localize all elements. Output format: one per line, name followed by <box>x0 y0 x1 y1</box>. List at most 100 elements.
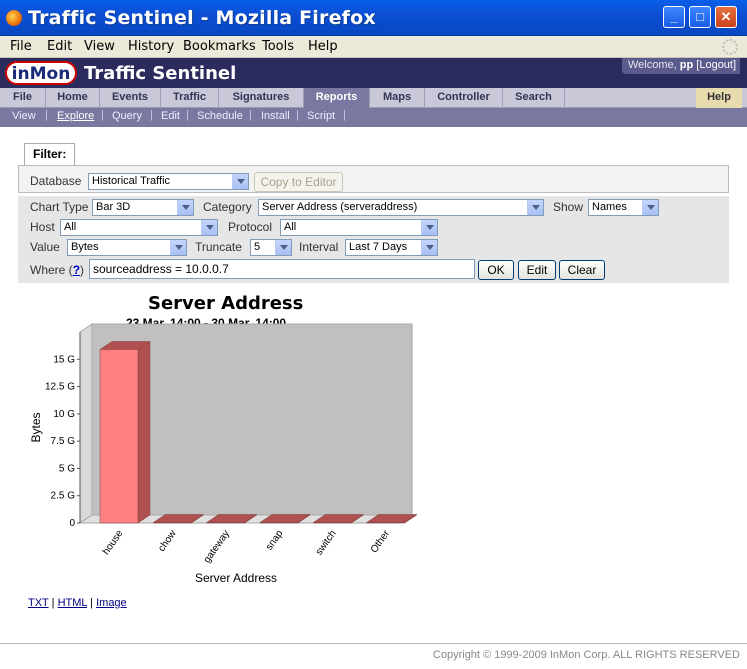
copyright-text: Copyright © 1999-2009 InMon Corp. ALL RI… <box>432 649 740 661</box>
protocol-label: Protocol <box>228 220 273 234</box>
bar <box>206 522 245 524</box>
value-label: Value <box>30 240 60 254</box>
help-button[interactable]: Help <box>696 88 742 108</box>
tab-controller[interactable]: Controller <box>425 88 503 108</box>
subnav-schedule[interactable]: Schedule <box>197 110 243 122</box>
host-label: Host <box>30 220 55 234</box>
y-tick-label: 10 G <box>53 409 75 420</box>
tab-traffic[interactable]: Traffic <box>161 88 219 108</box>
database-select[interactable]: Historical Traffic <box>88 173 249 190</box>
subnav-explore[interactable]: Explore <box>57 110 94 122</box>
category-select[interactable]: Server Address (serveraddress) <box>258 199 544 216</box>
x-tick-label: chow <box>156 528 179 554</box>
menu-tools[interactable]: Tools <box>262 39 294 54</box>
show-select[interactable]: Names <box>588 199 659 216</box>
copy-to-editor-button[interactable]: Copy to Editor <box>254 172 343 192</box>
app-header: inMon Traffic Sentinel Welcome, pp [Logo… <box>0 58 747 88</box>
chevron-down-icon <box>201 220 217 235</box>
firefox-icon <box>6 10 22 26</box>
x-tick-label: Other <box>369 528 393 555</box>
subnav-view[interactable]: View <box>12 110 36 122</box>
show-label: Show <box>553 200 584 214</box>
tab-events[interactable]: Events <box>100 88 161 108</box>
maximize-button[interactable]: □ <box>689 6 711 28</box>
host-select[interactable]: All <box>60 219 218 236</box>
tab-maps[interactable]: Maps <box>370 88 425 108</box>
menu-bar: File Edit View History Bookmarks Tools H… <box>0 36 747 58</box>
y-tick-label: 12.5 G <box>45 382 75 393</box>
menu-file[interactable]: File <box>10 39 32 54</box>
y-tick-label: 5 G <box>59 463 75 474</box>
window-title: Traffic Sentinel - Mozilla Firefox <box>28 7 376 29</box>
bar-side <box>137 340 151 524</box>
subnav-edit[interactable]: Edit <box>161 110 180 122</box>
bar <box>313 522 352 524</box>
bar <box>153 522 192 524</box>
tab-search[interactable]: Search <box>503 88 565 108</box>
chevron-down-icon <box>170 240 186 255</box>
truncate-select[interactable]: 5 <box>250 239 292 256</box>
export-links: TXT | HTML | Image <box>28 597 127 609</box>
menu-view[interactable]: View <box>84 39 115 54</box>
y-axis-label: Bytes <box>29 412 43 442</box>
where-input[interactable]: sourceaddress = 10.0.0.7 <box>89 259 475 279</box>
subnav-install[interactable]: Install <box>261 110 290 122</box>
menu-bookmarks[interactable]: Bookmarks <box>183 39 256 54</box>
subnav-query[interactable]: Query <box>112 110 142 122</box>
database-label: Database <box>30 174 82 188</box>
clear-button[interactable]: Clear <box>559 260 605 280</box>
loading-throbber-icon <box>722 39 738 55</box>
value-select[interactable]: Bytes <box>67 239 187 256</box>
username: pp <box>679 59 694 71</box>
close-button[interactable]: ✕ <box>715 6 737 28</box>
where-label: Where (?) <box>30 263 85 277</box>
chevron-down-icon <box>642 200 658 215</box>
filter-legend: Filter: <box>24 143 75 166</box>
bar <box>366 522 405 524</box>
menu-edit[interactable]: Edit <box>47 39 72 54</box>
x-tick-label: gateway <box>202 528 232 565</box>
x-tick-label: switch <box>314 528 339 557</box>
menu-history[interactable]: History <box>128 39 174 54</box>
logout-link[interactable]: [Logout] <box>696 59 736 71</box>
truncate-label: Truncate <box>195 240 242 254</box>
y-tick-label: 2.5 G <box>51 491 76 502</box>
protocol-select[interactable]: All <box>280 219 438 236</box>
export-txt-link[interactable]: TXT <box>28 597 49 609</box>
tab-signatures[interactable]: Signatures <box>219 88 304 108</box>
export-html-link[interactable]: HTML <box>58 597 88 609</box>
chevron-down-icon <box>527 200 543 215</box>
y-tick-label: 7.5 G <box>51 436 76 447</box>
welcome-banner: Welcome, pp [Logout] <box>622 58 740 74</box>
sub-nav: View | Explore | Query | Edit | Schedule… <box>0 108 747 127</box>
interval-label: Interval <box>299 240 339 254</box>
tab-file[interactable]: File <box>0 88 46 108</box>
x-tick-label: house <box>101 528 126 557</box>
x-axis-label: Server Address <box>195 571 277 585</box>
tab-home[interactable]: Home <box>46 88 100 108</box>
tab-reports[interactable]: Reports <box>304 88 370 108</box>
edit-button[interactable]: Edit <box>518 260 556 280</box>
app-title: Traffic Sentinel <box>84 63 237 84</box>
y-tick-label: 15 G <box>53 354 75 365</box>
where-help-link[interactable]: ? <box>73 263 80 277</box>
inmon-logo: inMon <box>5 61 77 85</box>
x-tick-label: snap <box>264 528 286 552</box>
window-titlebar: Traffic Sentinel - Mozilla Firefox _ □ ✕ <box>0 0 747 36</box>
chart-type-select[interactable]: Bar 3D <box>92 199 194 216</box>
plot-side-wall <box>79 323 93 524</box>
export-image-link[interactable]: Image <box>96 597 127 609</box>
chevron-down-icon <box>275 240 291 255</box>
bar <box>259 522 299 524</box>
bar-chart: 0 2.5 G 5 G 7.5 G 10 G 12.5 G 15 G Bytes house ch… <box>29 323 418 585</box>
chevron-down-icon <box>232 174 248 189</box>
ok-button[interactable]: OK <box>478 260 514 280</box>
minimize-button[interactable]: _ <box>663 6 685 28</box>
chevron-down-icon <box>177 200 193 215</box>
chevron-down-icon <box>421 220 437 235</box>
menu-help[interactable]: Help <box>308 39 338 54</box>
main-nav: File Home Events Traffic Signatures Repo… <box>0 88 747 108</box>
subnav-script[interactable]: Script <box>307 110 335 122</box>
category-label: Category <box>203 200 252 214</box>
interval-select[interactable]: Last 7 Days <box>345 239 438 256</box>
